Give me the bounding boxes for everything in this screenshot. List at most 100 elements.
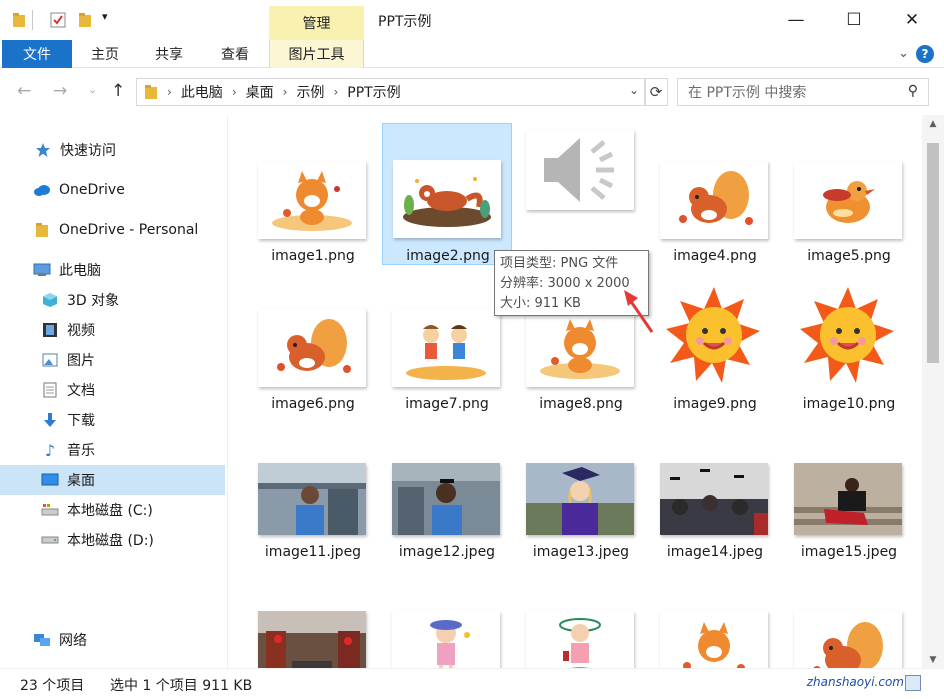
sidebar-item-onedrive-personal[interactable]: OneDrive - Personal: [0, 215, 225, 245]
up-button[interactable]: ↑: [111, 81, 125, 101]
minimize-button[interactable]: —: [767, 0, 825, 40]
file-item[interactable]: [516, 125, 646, 267]
music-icon: ♪: [44, 440, 56, 460]
customize-toolbar-icon[interactable]: ▾: [102, 10, 108, 23]
file-item[interactable]: image10.png: [784, 273, 914, 415]
tab-view[interactable]: 查看: [208, 40, 262, 68]
refresh-button[interactable]: ⟳: [644, 78, 668, 106]
file-item[interactable]: image1.png: [248, 125, 378, 267]
file-name: image11.jpeg: [264, 544, 362, 560]
quick-access-separator: [32, 10, 33, 30]
tab-file[interactable]: 文件: [2, 40, 72, 68]
speaker-icon: [526, 130, 634, 210]
file-item[interactable]: image13.jpeg: [516, 421, 646, 563]
picture-icon: [41, 352, 59, 368]
file-item[interactable]: image7.png: [382, 273, 512, 415]
file-item[interactable]: image6.png: [248, 273, 378, 415]
file-item[interactable]: image11.jpeg: [248, 421, 378, 563]
file-item[interactable]: [650, 569, 780, 668]
chevron-right-icon[interactable]: ›: [333, 85, 338, 99]
thumbnail-photo: [526, 463, 634, 535]
sidebar-item-desktop[interactable]: 桌面: [0, 465, 225, 495]
details-view-icon[interactable]: [905, 675, 921, 691]
back-button[interactable]: ←: [17, 81, 31, 101]
expand-ribbon-icon[interactable]: ⌄: [898, 46, 909, 61]
file-item[interactable]: image12.jpeg: [382, 421, 512, 563]
close-button[interactable]: ✕: [883, 0, 941, 40]
file-name: image14.jpeg: [666, 544, 764, 560]
scroll-thumb[interactable]: [927, 143, 939, 363]
thumbnail-red-panda: [393, 160, 501, 238]
folder-icon[interactable]: [12, 12, 26, 32]
scroll-down-icon[interactable]: ▼: [922, 651, 944, 668]
tab-home[interactable]: 主页: [78, 40, 132, 68]
search-input[interactable]: 在 PPT示例 中搜索 ⚲: [677, 78, 929, 106]
sidebar-item-documents[interactable]: 文档: [0, 375, 225, 405]
sidebar-item-3d-objects[interactable]: 3D 对象: [0, 285, 225, 315]
help-icon[interactable]: ?: [916, 45, 934, 63]
tab-share[interactable]: 共享: [142, 40, 196, 68]
maximize-button[interactable]: ☐: [825, 0, 883, 40]
window-title: PPT示例: [378, 14, 432, 30]
chevron-down-icon[interactable]: ⌄: [629, 83, 639, 97]
thumbnail-photo: [794, 463, 902, 535]
sidebar-item-drive-d[interactable]: 本地磁盘 (D:): [0, 525, 225, 555]
file-name: image5.png: [807, 248, 891, 264]
thumbnail-photo: [258, 463, 366, 535]
file-item[interactable]: image4.png: [650, 125, 780, 267]
file-item[interactable]: image14.jpeg: [650, 421, 780, 563]
sidebar-item-drive-c[interactable]: 本地磁盘 (C:): [0, 495, 225, 525]
thumbnail-bird: [794, 161, 902, 239]
sidebar-item-downloads[interactable]: 下载: [0, 405, 225, 435]
folder-icon: [144, 84, 158, 100]
drive-icon: [41, 532, 59, 548]
navigation-pane: 快速访问 OneDrive OneDrive - Personal 此电脑 3D…: [0, 115, 227, 668]
file-item[interactable]: image5.png: [784, 125, 914, 267]
breadcrumb-item[interactable]: 此电脑: [181, 82, 223, 102]
tab-picture-tools[interactable]: 图片工具: [269, 40, 364, 68]
file-name: image1.png: [271, 248, 355, 264]
properties-icon[interactable]: [50, 12, 66, 32]
file-name: image6.png: [271, 396, 355, 412]
document-icon: [41, 382, 59, 398]
file-item[interactable]: [784, 569, 914, 668]
sidebar-item-music[interactable]: ♪ 音乐: [0, 435, 225, 465]
sidebar-item-videos[interactable]: 视频: [0, 315, 225, 345]
thumbnail-squirrel: [794, 611, 902, 668]
recent-locations-icon[interactable]: ⌄: [88, 83, 97, 96]
chevron-right-icon[interactable]: ›: [283, 85, 288, 99]
item-count: 23 个项目: [20, 678, 85, 694]
file-item[interactable]: [248, 569, 378, 668]
sidebar-item-this-pc[interactable]: 此电脑: [0, 255, 225, 285]
network-icon: [33, 632, 51, 648]
sidebar-item-onedrive[interactable]: OneDrive: [0, 175, 225, 205]
vertical-scrollbar[interactable]: ▲ ▼: [922, 115, 944, 668]
sidebar-item-pictures[interactable]: 图片: [0, 345, 225, 375]
selection-info: 选中 1 个项目 911 KB: [110, 678, 253, 694]
chevron-right-icon[interactable]: ›: [232, 85, 237, 99]
desktop-icon: [41, 472, 59, 488]
file-name: image13.jpeg: [532, 544, 630, 560]
sidebar-item-quick-access[interactable]: 快速访问: [0, 135, 225, 165]
file-item[interactable]: image9.png: [650, 273, 780, 415]
thumbnail-squirrel: [258, 309, 366, 387]
breadcrumb-item[interactable]: PPT示例: [347, 82, 400, 102]
search-icon[interactable]: ⚲: [908, 83, 918, 99]
scroll-up-icon[interactable]: ▲: [922, 115, 944, 132]
breadcrumb-item[interactable]: 桌面: [246, 82, 274, 102]
sidebar-item-network[interactable]: 网络: [0, 625, 225, 655]
thumbnail-kids: [392, 309, 500, 387]
download-icon: [41, 412, 59, 428]
file-item-selected[interactable]: image2.png: [382, 123, 512, 265]
file-item[interactable]: [382, 569, 512, 668]
star-icon: [34, 142, 52, 158]
address-bar[interactable]: › 此电脑 › 桌面 › 示例 › PPT示例 ⌄: [136, 78, 646, 106]
file-item[interactable]: [516, 569, 646, 668]
thumbnail-sun: [660, 285, 768, 385]
file-item[interactable]: image15.jpeg: [784, 421, 914, 563]
forward-button[interactable]: →: [53, 81, 67, 101]
new-folder-icon[interactable]: [78, 12, 92, 32]
folder-icon: [33, 222, 51, 238]
breadcrumb-item[interactable]: 示例: [296, 82, 324, 102]
file-name: image4.png: [673, 248, 757, 264]
